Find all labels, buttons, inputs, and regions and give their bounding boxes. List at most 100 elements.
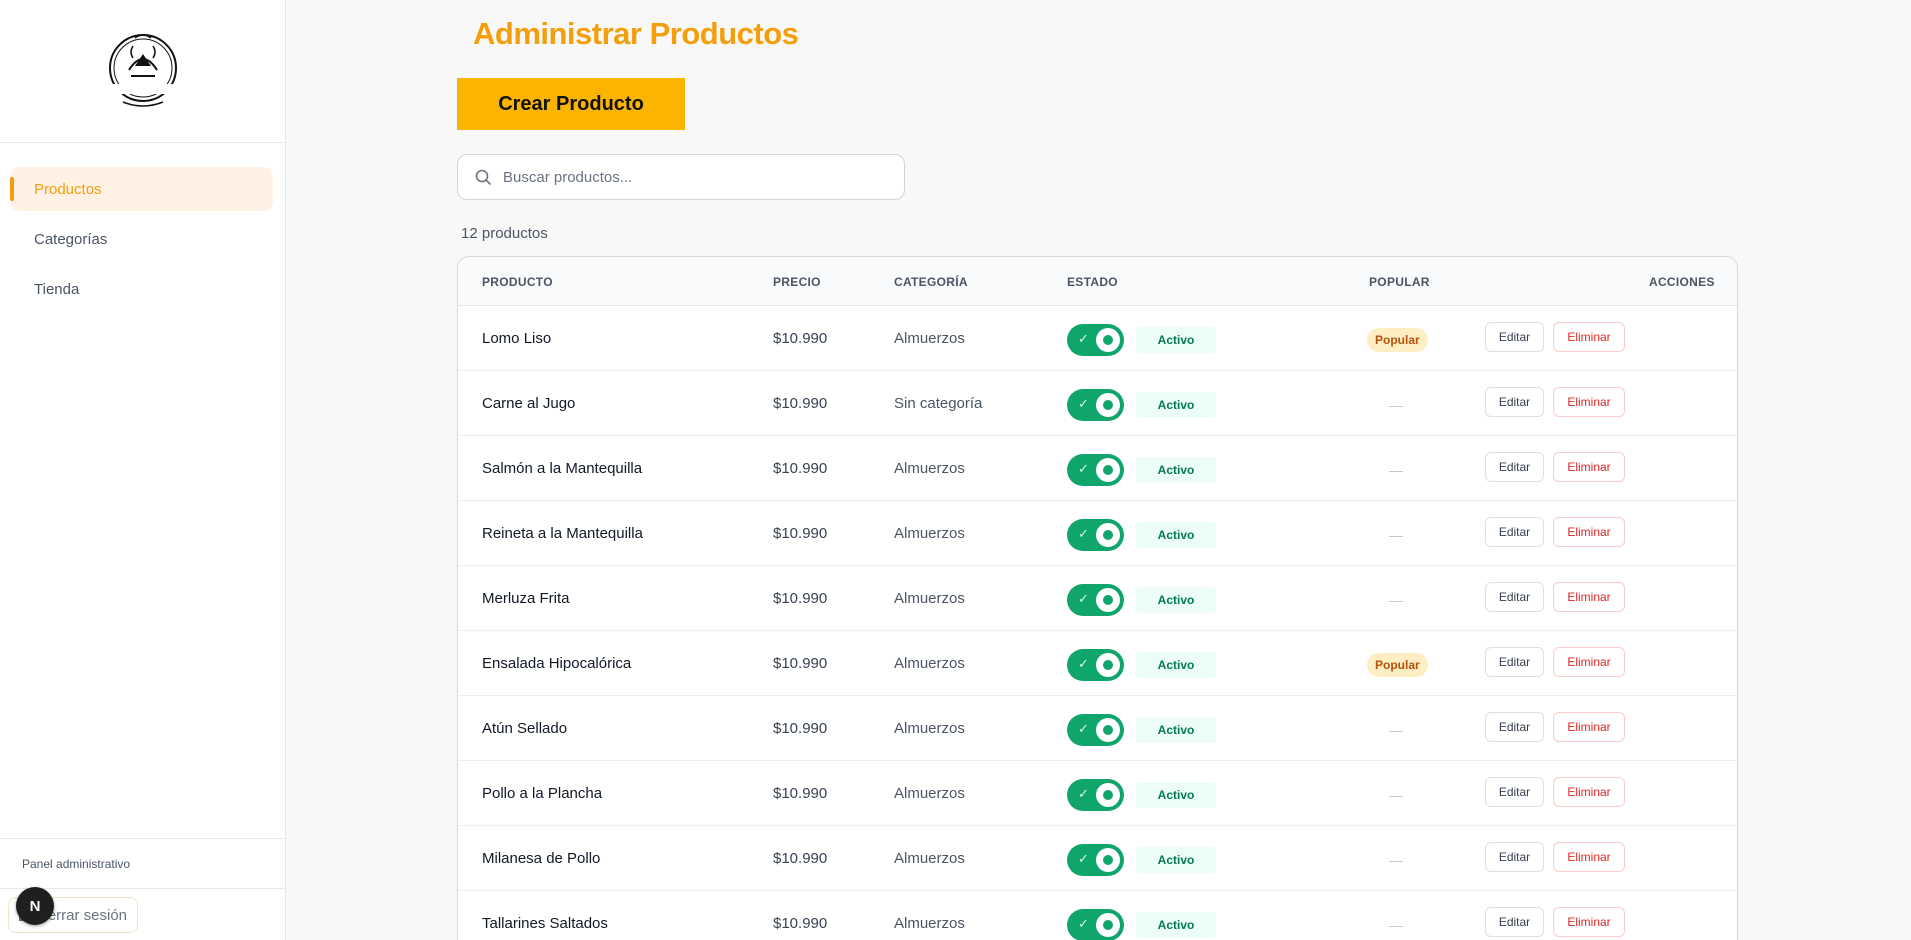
- product-category: Sin categoría: [894, 395, 983, 412]
- edit-button[interactable]: Editar: [1485, 777, 1544, 807]
- product-name: Merluza Frita: [482, 590, 570, 607]
- product-name: Reineta a la Mantequilla: [482, 525, 643, 542]
- delete-button[interactable]: Eliminar: [1553, 322, 1625, 352]
- edit-button[interactable]: Editar: [1485, 907, 1544, 937]
- table-row: Carne al Jugo $10.990 Sin categoría ✓ Activo…: [458, 371, 1737, 436]
- product-price: $10.990: [773, 655, 828, 672]
- check-icon: ✓: [1078, 461, 1089, 476]
- toggle-knob: [1096, 523, 1120, 547]
- create-product-button[interactable]: Crear Producto: [457, 78, 685, 130]
- edit-button[interactable]: Editar: [1485, 647, 1544, 677]
- table-row: Pollo a la Plancha $10.990 Almuerzos ✓ Activ…: [458, 761, 1737, 826]
- not-popular-mark: —: [1389, 852, 1403, 868]
- check-icon: ✓: [1078, 591, 1089, 606]
- delete-button[interactable]: Eliminar: [1553, 582, 1625, 612]
- product-price: $10.990: [773, 460, 828, 477]
- sidebar-item-productos[interactable]: Productos: [10, 167, 273, 211]
- product-price: $10.990: [773, 850, 828, 867]
- next-dev-badge[interactable]: N: [16, 887, 54, 925]
- column-header-estado: ESTADO: [1067, 275, 1118, 289]
- table-row: Merluza Frita $10.990 Almuerzos ✓ Activo — Edi…: [458, 566, 1737, 631]
- sidebar-item-label: Tienda: [34, 280, 80, 298]
- status-toggle[interactable]: ✓: [1067, 324, 1124, 356]
- product-price: $10.990: [773, 525, 828, 542]
- product-price: $10.990: [773, 915, 828, 932]
- sidebar-item-tienda[interactable]: Tienda: [10, 267, 273, 311]
- edit-button[interactable]: Editar: [1485, 582, 1544, 612]
- logo-area: [0, 0, 285, 143]
- status-toggle[interactable]: ✓: [1067, 909, 1124, 940]
- product-price: $10.990: [773, 785, 828, 802]
- status-toggle[interactable]: ✓: [1067, 649, 1124, 681]
- status-toggle[interactable]: ✓: [1067, 844, 1124, 876]
- product-price: $10.990: [773, 330, 828, 347]
- check-icon: ✓: [1078, 721, 1089, 736]
- status-badge: Activo: [1136, 392, 1216, 418]
- status-badge: Activo: [1136, 912, 1216, 938]
- sidebar: Productos Categorías Tienda Panel admini…: [0, 0, 286, 940]
- delete-button[interactable]: Eliminar: [1553, 842, 1625, 872]
- edit-button[interactable]: Editar: [1485, 517, 1544, 547]
- delete-button[interactable]: Eliminar: [1553, 387, 1625, 417]
- edit-button[interactable]: Editar: [1485, 322, 1544, 352]
- not-popular-mark: —: [1389, 592, 1403, 608]
- delete-button[interactable]: Eliminar: [1553, 517, 1625, 547]
- delete-button[interactable]: Eliminar: [1553, 712, 1625, 742]
- edit-button[interactable]: Editar: [1485, 387, 1544, 417]
- column-header-categoria: CATEGORÍA: [894, 275, 968, 289]
- status-toggle[interactable]: ✓: [1067, 389, 1124, 421]
- not-popular-mark: —: [1389, 397, 1403, 413]
- search-input[interactable]: [458, 155, 904, 199]
- status-badge: Activo: [1136, 522, 1216, 548]
- product-price: $10.990: [773, 590, 828, 607]
- status-badge: Activo: [1136, 457, 1216, 483]
- product-price: $10.990: [773, 395, 828, 412]
- status-toggle[interactable]: ✓: [1067, 714, 1124, 746]
- sidebar-item-label: Productos: [34, 180, 102, 198]
- edit-button[interactable]: Editar: [1485, 452, 1544, 482]
- product-name: Pollo a la Plancha: [482, 785, 603, 802]
- delete-button[interactable]: Eliminar: [1553, 777, 1625, 807]
- delete-button[interactable]: Eliminar: [1553, 647, 1625, 677]
- status-toggle[interactable]: ✓: [1067, 584, 1124, 616]
- page-title: Administrar Productos: [473, 16, 799, 51]
- toggle-knob: [1096, 588, 1120, 612]
- column-header-precio: PRECIO: [773, 275, 821, 289]
- toggle-knob: [1096, 393, 1120, 417]
- popular-badge: Popular: [1367, 328, 1428, 352]
- table-row: Milanesa de Pollo $10.990 Almuerzos ✓ Activo…: [458, 826, 1737, 891]
- status-badge: Activo: [1136, 717, 1216, 743]
- edit-button[interactable]: Editar: [1485, 712, 1544, 742]
- product-name: Salmón a la Mantequilla: [482, 460, 643, 477]
- toggle-knob: [1096, 783, 1120, 807]
- column-header-acciones: ACCIONES: [1649, 275, 1715, 289]
- edit-button[interactable]: Editar: [1485, 842, 1544, 872]
- status-badge: Activo: [1136, 327, 1216, 353]
- table-row: Tallarines Saltados $10.990 Almuerzos ✓ Acti…: [458, 891, 1737, 940]
- product-name: Tallarines Saltados: [482, 915, 608, 932]
- table-row: Atún Sellado $10.990 Almuerzos ✓ Activo — Edit…: [458, 696, 1737, 761]
- status-toggle[interactable]: ✓: [1067, 779, 1124, 811]
- product-name: Ensalada Hipocalórica: [482, 655, 632, 672]
- sidebar-nav: Productos Categorías Tienda: [0, 143, 285, 311]
- status-toggle[interactable]: ✓: [1067, 454, 1124, 486]
- restaurant-logo[interactable]: [99, 30, 187, 112]
- delete-button[interactable]: Eliminar: [1553, 907, 1625, 937]
- product-price: $10.990: [773, 720, 828, 737]
- not-popular-mark: —: [1389, 462, 1403, 478]
- check-icon: ✓: [1078, 851, 1089, 866]
- sidebar-item-label: Categorías: [34, 230, 108, 248]
- check-icon: ✓: [1078, 656, 1089, 671]
- toggle-knob: [1096, 718, 1120, 742]
- popular-badge: Popular: [1367, 653, 1428, 677]
- table-body: Lomo Liso $10.990 Almuerzos ✓ Activo Popular E…: [458, 306, 1737, 940]
- table-row: Salmón a la Mantequilla $10.990 Almuerzos ✓…: [458, 436, 1737, 501]
- not-popular-mark: —: [1389, 722, 1403, 738]
- sidebar-item-categorias[interactable]: Categorías: [10, 217, 273, 261]
- delete-button[interactable]: Eliminar: [1553, 452, 1625, 482]
- search-icon: [475, 169, 491, 185]
- check-icon: ✓: [1078, 396, 1089, 411]
- product-category: Almuerzos: [894, 330, 965, 347]
- status-badge: Activo: [1136, 587, 1216, 613]
- status-toggle[interactable]: ✓: [1067, 519, 1124, 551]
